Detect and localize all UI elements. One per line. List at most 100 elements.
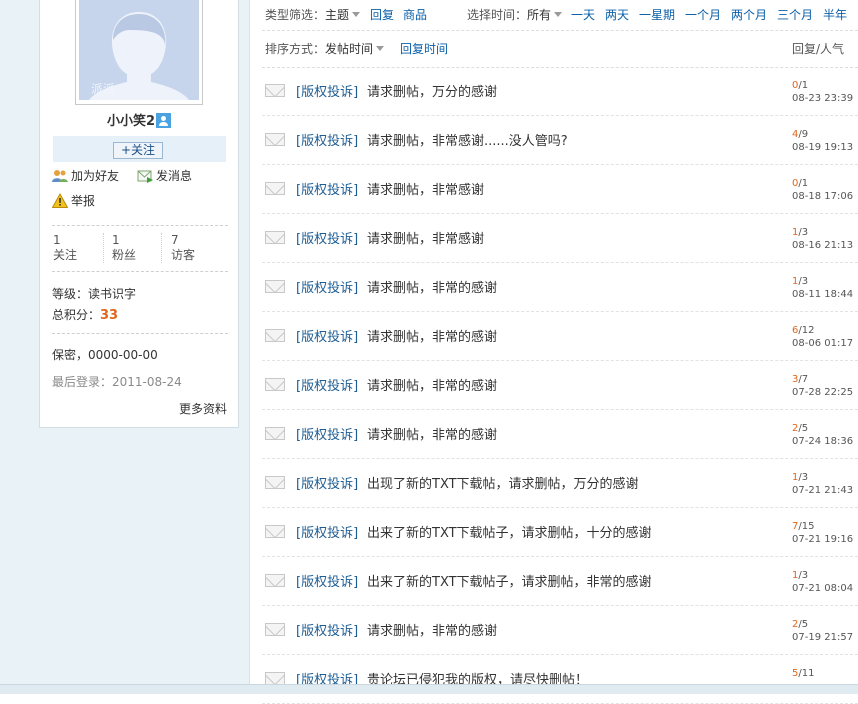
envelope-icon — [265, 84, 285, 97]
send-message-label: 发消息 — [156, 169, 193, 183]
post-row[interactable]: [版权投诉] 请求删帖，非常感谢......没人管吗? 4/9 08-19 19:13 — [262, 116, 858, 165]
post-title[interactable]: 请求删帖，非常的感谢 — [367, 424, 497, 443]
divider — [52, 333, 228, 334]
stat-label: 粉丝 — [112, 248, 137, 262]
post-counts: 6/12 — [792, 325, 815, 336]
time-option-1day[interactable]: 一天 — [571, 5, 595, 25]
post-tag[interactable]: [版权投诉] — [296, 228, 358, 247]
post-counts: 4/9 — [792, 129, 809, 140]
post-tag[interactable]: [版权投诉] — [296, 179, 358, 198]
time-option-2days[interactable]: 两天 — [605, 5, 629, 25]
post-tag[interactable]: [版权投诉] — [296, 522, 358, 541]
post-title[interactable]: 请求删帖，非常的感谢 — [367, 326, 497, 345]
post-row[interactable]: [版权投诉] 出现了新的TXT下载帖，请求删帖，万分的感谢 1/3 07-21 21:… — [262, 459, 858, 508]
reply-count: 6 — [792, 325, 799, 336]
post-date: 07-24 18:36 — [792, 436, 854, 447]
post-date: 07-21 21:43 — [792, 485, 854, 496]
time-option-3months[interactable]: 三个月 — [777, 5, 813, 25]
post-tag[interactable]: [版权投诉] — [296, 326, 358, 345]
follow-button[interactable]: +关注 — [113, 142, 163, 159]
sort-bar: 排序方式：发帖时间 回复时间 回复/人气 — [265, 39, 858, 59]
post-date: 07-21 08:04 — [792, 583, 854, 594]
report-label: 举报 — [71, 194, 96, 208]
post-tag[interactable]: [版权投诉] — [296, 424, 358, 443]
post-title[interactable]: 请求删帖，非常的感谢 — [367, 375, 497, 394]
avatar[interactable]: 派派 — [79, 0, 199, 100]
post-title[interactable]: 请求删帖，非常的感谢 — [367, 277, 497, 296]
post-tag[interactable]: [版权投诉] — [296, 375, 358, 394]
view-count: 3 — [801, 570, 809, 581]
time-option-halfyear[interactable]: 半年 — [823, 5, 847, 25]
total-credits: 总积分：33 — [52, 306, 118, 323]
sort-by-reply-time[interactable]: 回复时间 — [400, 39, 448, 59]
envelope-icon — [265, 574, 285, 587]
post-title[interactable]: 出来了新的TXT下载帖子，请求删帖，十分的感谢 — [367, 522, 652, 541]
post-row[interactable]: [版权投诉] 请求删帖，非常的感谢 1/3 08-11 18:44 — [262, 263, 858, 312]
post-counts: 1/3 — [792, 472, 809, 483]
post-row[interactable]: [版权投诉] 请求删帖，非常的感谢 6/12 08-06 01:17 — [262, 312, 858, 361]
stat-value: 7 — [171, 233, 179, 247]
envelope-icon — [265, 476, 285, 489]
stat-fans[interactable]: 1 粉丝 — [112, 233, 136, 263]
more-info-link[interactable]: 更多资料 — [179, 400, 227, 417]
chevron-down-icon — [376, 46, 385, 51]
post-tag[interactable]: [版权投诉] — [296, 81, 358, 100]
post-date: 08-23 23:39 — [792, 93, 854, 104]
add-friend-button[interactable]: 加为好友 — [52, 168, 132, 184]
time-option-1week[interactable]: 一星期 — [639, 5, 675, 25]
envelope-icon — [265, 329, 285, 342]
time-filter-dropdown[interactable]: 所有 — [527, 8, 563, 22]
reply-count: 1 — [792, 472, 799, 483]
post-tag[interactable]: [版权投诉] — [296, 277, 358, 296]
post-date: 07-19 21:57 — [792, 632, 854, 643]
reply-count: 2 — [792, 423, 799, 434]
username[interactable]: 小小笑2 — [107, 114, 155, 129]
post-tag[interactable]: [版权投诉] — [296, 130, 358, 149]
sort-dropdown[interactable]: 发帖时间 — [325, 42, 385, 56]
send-message-icon — [137, 170, 153, 183]
avatar-watermark: 派派 — [91, 82, 116, 96]
report-button[interactable]: 举报 — [52, 193, 112, 209]
type-filter-dropdown[interactable]: 主题 — [325, 8, 361, 22]
type-option-goods[interactable]: 商品 — [403, 5, 427, 25]
post-title[interactable]: 请求删帖，非常感谢 — [367, 228, 484, 247]
time-option-1month[interactable]: 一个月 — [685, 5, 721, 25]
view-count: 12 — [801, 325, 815, 336]
post-title[interactable]: 出现了新的TXT下载帖，请求删帖，万分的感谢 — [367, 473, 639, 492]
post-title[interactable]: 请求删帖，非常的感谢 — [367, 620, 497, 639]
credits-label: 总积分： — [52, 308, 101, 322]
credits-value: 33 — [100, 308, 119, 323]
post-tag[interactable]: [版权投诉] — [296, 571, 358, 590]
type-option-reply[interactable]: 回复 — [370, 5, 394, 25]
post-tag[interactable]: [版权投诉] — [296, 620, 358, 639]
reply-count: 4 — [792, 129, 799, 140]
post-tag[interactable]: [版权投诉] — [296, 473, 358, 492]
username-row: 小小笑2 — [40, 110, 238, 129]
post-row[interactable]: [版权投诉] 出来了新的TXT下载帖子，请求删帖，十分的感谢 7/15 07-21 1… — [262, 508, 858, 557]
post-row[interactable]: [版权投诉] 请求删帖，非常感谢 0/1 08-18 17:06 — [262, 165, 858, 214]
post-row[interactable]: [版权投诉] 贵论坛已侵犯我的版权，请尽快删帖！ 5/11 — [262, 655, 858, 704]
post-row[interactable]: [版权投诉] 请求删帖，非常的感谢 2/5 07-19 21:57 — [262, 606, 858, 655]
post-row[interactable]: [版权投诉] 请求删帖，非常感谢 1/3 08-16 21:13 — [262, 214, 858, 263]
time-option-2months[interactable]: 两个月 — [731, 5, 767, 25]
post-row[interactable]: [版权投诉] 请求删帖，非常的感谢 3/7 07-28 22:25 — [262, 361, 858, 410]
envelope-icon — [265, 378, 285, 391]
post-row[interactable]: [版权投诉] 请求删帖，万分的感谢 0/1 08-23 23:39 — [262, 67, 858, 116]
post-title[interactable]: 请求删帖，非常感谢......没人管吗? — [367, 130, 568, 149]
post-title[interactable]: 请求删帖，万分的感谢 — [367, 81, 497, 100]
send-message-button[interactable]: 发消息 — [137, 168, 207, 184]
post-counts: 1/3 — [792, 227, 809, 238]
follow-bar: +关注 — [53, 136, 226, 162]
view-count: 1 — [801, 178, 809, 189]
post-row[interactable]: [版权投诉] 请求删帖，非常的感谢 2/5 07-24 18:36 — [262, 410, 858, 459]
stat-value: 1 — [53, 233, 61, 247]
stat-visitors[interactable]: 7 访客 — [171, 233, 195, 263]
post-title[interactable]: 请求删帖，非常感谢 — [367, 179, 484, 198]
post-row[interactable]: [版权投诉] 出来了新的TXT下载帖子，请求删帖，非常的感谢 1/3 07-21 08… — [262, 557, 858, 606]
view-count: 3 — [801, 472, 809, 483]
post-title[interactable]: 出来了新的TXT下载帖子，请求删帖，非常的感谢 — [367, 571, 652, 590]
post-date: 07-28 22:25 — [792, 387, 854, 398]
sort-value: 发帖时间 — [325, 42, 374, 56]
reply-count: 3 — [792, 374, 799, 385]
stat-following[interactable]: 1 关注 — [53, 233, 77, 263]
